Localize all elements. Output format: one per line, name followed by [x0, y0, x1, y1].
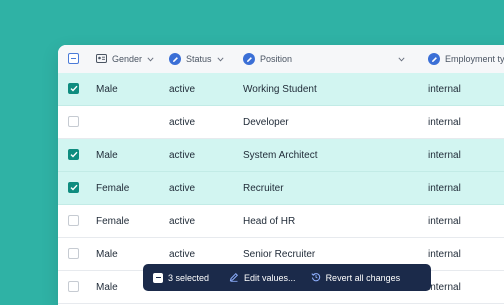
cell-employment-type[interactable]: internal	[428, 172, 461, 204]
cell-employment-type[interactable]: internal	[428, 106, 461, 138]
cell-employment-type[interactable]: internal	[428, 73, 461, 105]
edit-pencil-icon	[169, 53, 181, 65]
cell-position[interactable]: Developer	[243, 106, 289, 138]
table-row[interactable]: Female active Head of HR internal	[58, 205, 504, 238]
cell-status[interactable]: active	[169, 139, 195, 171]
cell-gender[interactable]: Female	[96, 172, 129, 204]
row-checkbox[interactable]	[68, 248, 79, 259]
checkmark-icon	[70, 85, 78, 92]
cell-position[interactable]: Working Student	[243, 73, 317, 105]
table-header: Gender Status Position Employment ty	[58, 45, 504, 74]
selected-count-label: 3 selected	[168, 272, 210, 283]
revert-all-changes-button[interactable]: Revert all changes	[310, 272, 401, 284]
chevron-down-icon[interactable]	[398, 45, 405, 73]
column-header-status[interactable]: Status	[169, 45, 224, 73]
cell-status[interactable]: active	[169, 172, 195, 204]
bulk-action-toolbar: 3 selected Edit values... Revert all cha…	[143, 264, 431, 291]
row-checkbox[interactable]	[68, 281, 79, 292]
undo-history-icon	[310, 272, 321, 284]
revert-all-changes-label: Revert all changes	[325, 272, 401, 283]
cell-gender[interactable]: Male	[96, 73, 118, 105]
cell-gender[interactable]: Male	[96, 139, 118, 171]
cell-employment-type[interactable]: internal	[428, 271, 461, 303]
cell-position[interactable]: Recruiter	[243, 172, 284, 204]
row-checkbox[interactable]	[68, 83, 79, 94]
cell-position[interactable]: System Architect	[243, 139, 317, 171]
cell-gender[interactable]: Female	[96, 205, 129, 237]
cell-employment-type[interactable]: internal	[428, 205, 461, 237]
edit-pencil-icon	[428, 53, 440, 65]
row-checkbox[interactable]	[68, 116, 79, 127]
cell-status[interactable]: active	[169, 73, 195, 105]
row-checkbox[interactable]	[68, 149, 79, 160]
chevron-down-icon[interactable]	[147, 54, 154, 64]
cell-position[interactable]: Head of HR	[243, 205, 295, 237]
cell-employment-type[interactable]: internal	[428, 139, 461, 171]
table-row[interactable]: Female active Recruiter internal	[58, 172, 504, 205]
column-header-employment-type[interactable]: Employment ty	[428, 45, 504, 73]
column-header-position[interactable]: Position	[243, 45, 292, 73]
select-all-checkbox[interactable]	[68, 53, 79, 64]
id-card-icon	[96, 53, 107, 65]
column-label-employment-type: Employment ty	[445, 54, 504, 64]
checkmark-icon	[70, 151, 78, 158]
cell-gender[interactable]: Male	[96, 271, 118, 303]
column-label-gender: Gender	[112, 54, 143, 64]
cell-status[interactable]: active	[169, 106, 195, 138]
edit-values-label: Edit values...	[244, 272, 296, 283]
table-row[interactable]: Male active System Architect internal	[58, 139, 504, 172]
row-checkbox[interactable]	[68, 182, 79, 193]
deselect-checkbox-icon[interactable]	[153, 272, 163, 283]
column-header-gender[interactable]: Gender	[96, 45, 154, 73]
checkmark-icon	[70, 184, 78, 191]
cell-gender[interactable]: Male	[96, 238, 118, 270]
edit-values-button[interactable]: Edit values...	[229, 272, 296, 284]
column-label-status: Status	[186, 54, 212, 64]
edit-pencil-icon	[243, 53, 255, 65]
table-row[interactable]: Male active Working Student internal	[58, 73, 504, 106]
row-checkbox[interactable]	[68, 215, 79, 226]
pencil-icon	[229, 272, 239, 284]
chevron-down-icon[interactable]	[216, 54, 224, 64]
table-row[interactable]: active Developer internal	[58, 106, 504, 139]
column-label-position: Position	[260, 54, 293, 64]
selection-count[interactable]: 3 selected	[153, 272, 210, 283]
cell-status[interactable]: active	[169, 205, 195, 237]
cell-employment-type[interactable]: internal	[428, 238, 461, 270]
